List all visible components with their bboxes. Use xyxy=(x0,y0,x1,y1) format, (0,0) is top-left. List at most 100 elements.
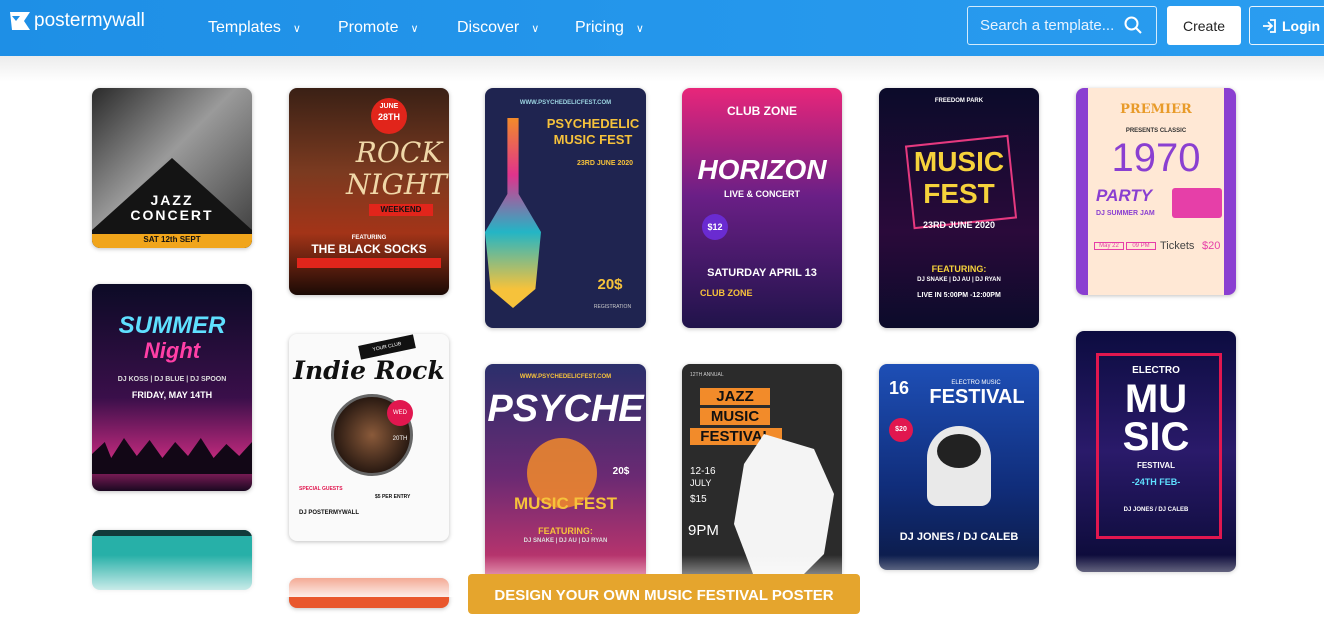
poster-subtitle: LIVE & CONCERT xyxy=(723,189,800,199)
poster-subtitle: SIC xyxy=(1122,415,1190,459)
poster-rock-night[interactable]: JUNE 28TH ROCK NIGHT WEEKEND FEATURING T… xyxy=(289,88,449,295)
poster-electro-festival[interactable]: 16 ELECTRO MUSIC FESTIVAL $20 DJ JONES /… xyxy=(879,364,1039,570)
login-icon xyxy=(1263,18,1276,33)
nav-promote[interactable]: Promote ∨ xyxy=(338,0,419,56)
poster-top: ELECTRO xyxy=(1132,365,1180,376)
poster-title: Indie Rock xyxy=(293,356,445,385)
poster-title: PSYCHEDELIC xyxy=(546,116,640,131)
brand-logo[interactable]: postermywall xyxy=(10,10,145,32)
nav-pricing[interactable]: Pricing ∨ xyxy=(575,0,644,56)
search-box xyxy=(967,6,1157,45)
login-button[interactable]: Login xyxy=(1249,6,1324,45)
poster-day: 16 xyxy=(889,378,910,398)
nav-promote-label: Promote xyxy=(338,19,399,36)
poster-price: $15 xyxy=(690,494,707,505)
poster-indie-rock[interactable]: YOUR CLUB PRESENTS Indie Rock WED 20TH S… xyxy=(289,334,449,541)
brand-name: postermywall xyxy=(34,10,145,31)
chevron-down-icon: ∨ xyxy=(635,22,644,35)
poster-time: 9PM xyxy=(688,522,719,539)
poster-price: 20$ xyxy=(597,276,623,293)
poster-title: ROCK xyxy=(355,136,443,169)
poster-djs: DJ SNAKE | DJ AU | DJ RYAN xyxy=(917,277,1001,283)
poster-featuring: FEATURING: xyxy=(931,264,987,274)
poster-price: $12 xyxy=(702,214,728,240)
poster-brand: PREMIER xyxy=(1120,102,1192,117)
poster-price: $20 xyxy=(889,418,913,442)
poster-djs: DJ KOSS | DJ BLUE | DJ SPOON xyxy=(117,376,227,383)
nav-pricing-label: Pricing xyxy=(575,19,624,36)
chevron-down-icon: ∨ xyxy=(410,22,419,35)
poster-date: FRIDAY, MAY 14TH xyxy=(131,390,213,400)
top-navigation-bar: postermywall Templates ∨ Promote ∨ Discove… xyxy=(0,0,1324,56)
login-label: Login xyxy=(1282,17,1321,34)
poster-title: JAZZ xyxy=(700,388,770,405)
poster-date: SAT 12th SEPT xyxy=(143,235,201,244)
poster-featuring: FEATURING: xyxy=(538,526,593,536)
poster-band: THE BLACK SOCKS xyxy=(311,242,427,256)
logo-icon xyxy=(10,12,30,30)
nav-templates-label: Templates xyxy=(208,19,281,36)
poster-summer-night[interactable]: SUMMER Night DJ KOSS | DJ BLUE | DJ SPOO… xyxy=(92,284,252,491)
nav-discover-label: Discover xyxy=(457,19,520,36)
nav-templates[interactable]: Templates ∨ xyxy=(208,0,301,56)
poster-jazz-concert[interactable]: JAZZ CONCERT SAT 12th SEPT xyxy=(92,88,252,248)
search-input[interactable] xyxy=(978,16,1122,35)
poster-annual: 12TH ANNUAL xyxy=(690,372,724,378)
poster-music-fest-neon[interactable]: FREEDOM PARK MUSIC FEST 23RD JUNE 2020 F… xyxy=(879,88,1039,328)
poster-title: HORIZON xyxy=(697,154,827,185)
poster-horizon-club-zone[interactable]: CLUB ZONE HORIZON LIVE & CONCERT $12 SAT… xyxy=(682,88,842,328)
poster-subtitle: CONCERT xyxy=(130,207,214,223)
poster-djs: DJ JONES / DJ CALEB xyxy=(1123,507,1189,513)
poster-year: 1970 xyxy=(1111,136,1201,180)
poster-badge: WED 20TH xyxy=(387,400,413,442)
poster-club-footer: CLUB ZONE xyxy=(700,288,753,298)
poster-subtitle: Night xyxy=(143,338,201,363)
poster-url: WWW.PSYCHEDELICFEST.COM xyxy=(519,374,612,380)
poster-title: SUMMER xyxy=(118,312,226,339)
search-icon[interactable] xyxy=(1124,16,1142,34)
poster-dj: DJ SUMMER JAM xyxy=(1096,210,1155,217)
poster-featuring: FEATURING xyxy=(351,235,387,241)
chevron-down-icon: ∨ xyxy=(531,22,540,35)
poster-date: 23RD JUNE 2020 xyxy=(922,220,996,230)
poster-entry: $5 PER ENTRY xyxy=(375,494,411,500)
header-shadow xyxy=(0,56,1324,82)
poster-subtitle: FEST xyxy=(923,178,995,209)
poster-presents: PRESENTS CLASSIC xyxy=(1125,128,1187,134)
poster-tag: WEEKEND xyxy=(369,204,433,216)
poster-title: PSYCHE xyxy=(487,388,644,430)
poster-badge-day: 28TH xyxy=(377,112,400,122)
design-poster-button[interactable]: DESIGN YOUR OWN MUSIC FESTIVAL POSTER xyxy=(468,574,860,614)
poster-top: FREEDOM PARK xyxy=(934,98,984,104)
poster-title: MUSIC xyxy=(913,146,1005,177)
poster-date: -24TH FEB- xyxy=(1131,477,1181,487)
poster-guests: SPECIAL GUESTS xyxy=(299,486,343,492)
nav-discover[interactable]: Discover ∨ xyxy=(457,0,539,56)
poster-registration: REGISTRATION xyxy=(593,304,632,310)
poster-djs: DJ JONES / DJ CALEB xyxy=(899,531,1019,543)
poster-price: 20$ xyxy=(612,466,630,477)
poster-subtitle: MUSIC FEST xyxy=(553,132,633,147)
create-button[interactable]: Create xyxy=(1167,6,1241,45)
poster-title: PARTY xyxy=(1096,186,1153,205)
poster-1970-party[interactable]: PREMIER PRESENTS CLASSIC 1970 PARTY DJ S… xyxy=(1076,88,1236,295)
poster-dj: DJ POSTERMYWALL xyxy=(299,510,360,516)
poster-title: FESTIVAL xyxy=(929,386,1025,408)
poster-time: LIVE IN 5:00PM -12:00PM xyxy=(917,292,1001,299)
poster-url: WWW.PSYCHEDELICFEST.COM xyxy=(519,100,612,106)
poster-title: JAZZ xyxy=(150,192,194,208)
poster-badge: JUNE xyxy=(379,103,399,110)
poster-date: May 22 xyxy=(1094,242,1124,250)
poster-tickets: Tickets xyxy=(1160,240,1195,252)
poster-subtitle: NIGHT xyxy=(345,168,448,201)
poster-subtitle: MUSIC xyxy=(700,408,770,425)
poster-psychedelic-music-fest[interactable]: WWW.PSYCHEDELICFEST.COM PSYCHEDELIC MUSI… xyxy=(485,88,646,328)
poster-sub: FESTIVAL xyxy=(1136,461,1176,470)
poster-electro-music-festival[interactable]: ELECTRO MU SIC FESTIVAL -24TH FEB- DJ JO… xyxy=(1076,331,1236,572)
poster-price: $20 xyxy=(1202,240,1221,252)
poster-date: SATURDAY APRIL 13 xyxy=(707,267,817,279)
poster-fest: MUSIC FEST xyxy=(514,494,617,513)
chevron-down-icon: ∨ xyxy=(292,22,301,35)
poster-date: 12-16 xyxy=(690,466,716,477)
poster-club: CLUB ZONE xyxy=(727,104,797,118)
